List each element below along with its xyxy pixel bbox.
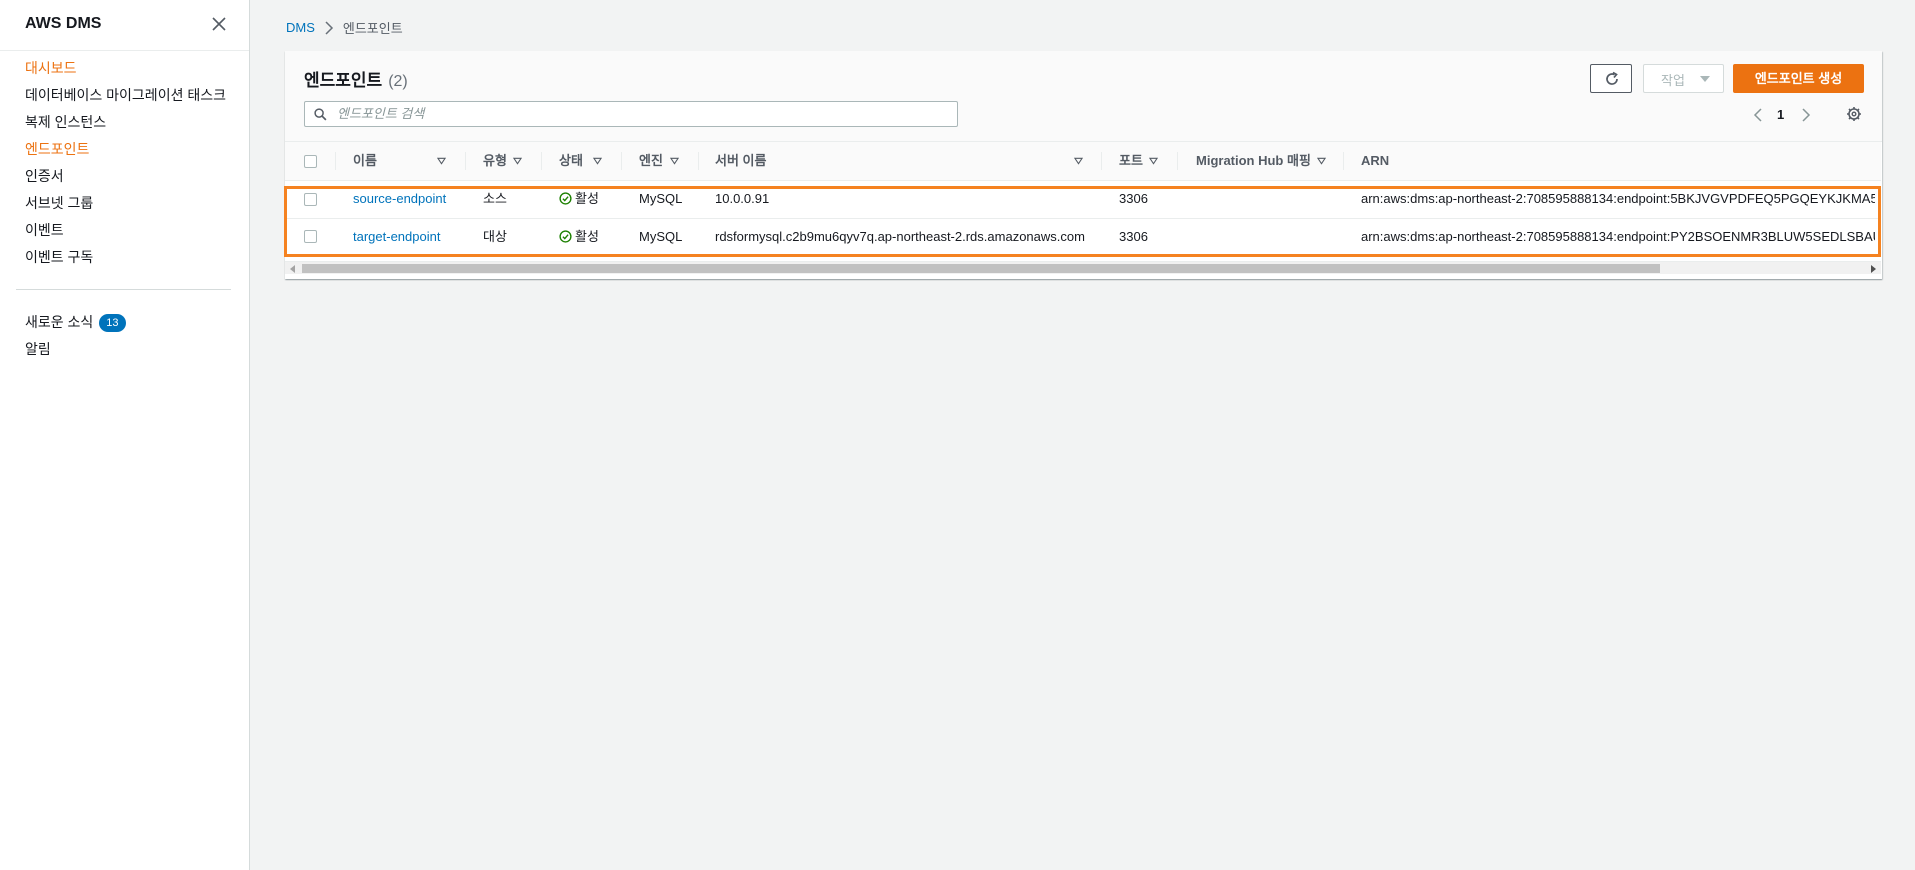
- create-endpoint-button[interactable]: 엔드포인트 생성: [1733, 64, 1864, 93]
- news-count-badge: 13: [99, 314, 126, 332]
- sidebar-item-whats-new[interactable]: 새로운 소식 13: [25, 312, 126, 339]
- sidebar-item-migration-tasks[interactable]: 데이터베이스 마이그레이션 태스크: [25, 85, 226, 112]
- gear-icon[interactable]: [1846, 106, 1862, 122]
- sidebar-nav-secondary: 새로운 소식 13 알림: [25, 312, 126, 366]
- status-text: 활성: [575, 191, 599, 206]
- scroll-right-arrow[interactable]: [1871, 265, 1876, 273]
- sort-icon[interactable]: [437, 157, 446, 165]
- endpoint-port: 3306: [1119, 229, 1148, 244]
- scrollbar-thumb[interactable]: [302, 264, 1660, 273]
- caret-down-icon: [1700, 76, 1710, 82]
- chevron-left-icon[interactable]: [1753, 108, 1763, 122]
- column-divider: [1343, 152, 1344, 170]
- sidebar-item-notifications[interactable]: 알림: [25, 339, 126, 366]
- column-divider: [1177, 152, 1178, 170]
- endpoint-status: 활성: [559, 219, 599, 255]
- endpoints-panel: 엔드포인트 (2) 작업 엔드포인트 생성 1: [284, 51, 1882, 279]
- endpoint-server-name: 10.0.0.91: [715, 191, 770, 206]
- sort-icon[interactable]: [593, 157, 602, 165]
- column-divider: [465, 152, 466, 170]
- sidebar-item-certificates[interactable]: 인증서: [25, 166, 226, 193]
- sort-icon[interactable]: [1317, 157, 1326, 165]
- endpoint-engine: MySQL: [639, 229, 683, 244]
- endpoint-type: 소스: [483, 191, 507, 206]
- column-header-type[interactable]: 유형: [483, 142, 507, 180]
- breadcrumb-dms-link[interactable]: DMS: [286, 20, 315, 35]
- breadcrumb: DMS 엔드포인트: [286, 18, 403, 37]
- sort-icon[interactable]: [513, 157, 522, 165]
- breadcrumb-current: 엔드포인트: [342, 21, 403, 36]
- refresh-button[interactable]: [1590, 64, 1632, 93]
- search-input[interactable]: [335, 105, 939, 122]
- endpoint-status: 활성: [559, 181, 599, 217]
- sort-icon[interactable]: [670, 157, 679, 165]
- refresh-icon: [1606, 71, 1618, 85]
- endpoint-arn: arn:aws:dms:ap-northeast-2:708595888134:…: [1361, 229, 1875, 244]
- column-header-migration-hub[interactable]: Migration Hub 매핑: [1196, 142, 1311, 180]
- chevron-right-icon[interactable]: [1801, 108, 1811, 122]
- sidebar-item-endpoints[interactable]: 엔드포인트: [25, 139, 226, 166]
- column-header-port[interactable]: 포트: [1119, 142, 1143, 180]
- panel-count: (2): [388, 73, 408, 90]
- close-icon[interactable]: [209, 14, 229, 34]
- column-header-engine[interactable]: 엔진: [639, 142, 663, 180]
- check-circle-icon: [559, 230, 572, 243]
- search-field[interactable]: [304, 101, 958, 127]
- sidebar-item-dashboard[interactable]: 대시보드: [25, 58, 226, 85]
- horizontal-scrollbar[interactable]: [285, 261, 1881, 274]
- panel-header: 엔드포인트 (2) 작업 엔드포인트 생성 1: [285, 51, 1882, 142]
- sidebar-item-events[interactable]: 이벤트: [25, 220, 226, 247]
- endpoint-server-name: rdsformysql.c2b9mu6qyv7q.ap-northeast-2.…: [715, 229, 1085, 244]
- column-header-server-name[interactable]: 서버 이름: [715, 142, 766, 180]
- table-row[interactable]: source-endpoint 소스 활성 MySQL 10.0.0.91 33…: [285, 181, 1881, 217]
- sidebar-divider: [16, 289, 231, 290]
- endpoint-arn: arn:aws:dms:ap-northeast-2:708595888134:…: [1361, 191, 1875, 206]
- column-divider: [541, 152, 542, 170]
- column-divider: [621, 152, 622, 170]
- scroll-left-arrow[interactable]: [290, 265, 295, 273]
- endpoint-name-link[interactable]: target-endpoint: [353, 219, 440, 255]
- actions-dropdown[interactable]: 작업: [1643, 64, 1724, 93]
- sidebar-nav: 대시보드 데이터베이스 마이그레이션 태스크 복제 인스턴스 엔드포인트 인증서…: [25, 58, 226, 274]
- row-checkbox[interactable]: [304, 193, 317, 206]
- sidebar-title: AWS DMS: [25, 15, 102, 32]
- endpoint-engine: MySQL: [639, 191, 683, 206]
- endpoint-type: 대상: [483, 229, 507, 244]
- check-circle-icon: [559, 192, 572, 205]
- select-all-checkbox[interactable]: [304, 155, 317, 168]
- sort-icon[interactable]: [1149, 157, 1158, 165]
- sidebar-item-replication-instances[interactable]: 복제 인스턴스: [25, 112, 226, 139]
- panel-title: 엔드포인트 (2): [304, 66, 408, 91]
- endpoint-port: 3306: [1119, 191, 1148, 206]
- status-text: 활성: [575, 229, 599, 244]
- sort-icon[interactable]: [1074, 157, 1083, 165]
- sidebar: AWS DMS 대시보드 데이터베이스 마이그레이션 태스크 복제 인스턴스 엔…: [0, 0, 250, 870]
- actions-label: 작업: [1661, 73, 1685, 88]
- panel-title-text: 엔드포인트: [304, 71, 383, 90]
- column-divider: [335, 152, 336, 170]
- endpoint-name-link[interactable]: source-endpoint: [353, 181, 446, 217]
- table-row[interactable]: target-endpoint 대상 활성 MySQL rdsformysql.…: [285, 219, 1881, 255]
- row-checkbox[interactable]: [304, 230, 317, 243]
- sidebar-header: AWS DMS: [0, 0, 249, 51]
- column-divider: [1101, 152, 1102, 170]
- column-header-arn[interactable]: ARN: [1361, 142, 1389, 180]
- column-divider: [698, 152, 699, 170]
- column-header-status[interactable]: 상태: [559, 142, 583, 180]
- column-header-name[interactable]: 이름: [353, 142, 377, 180]
- sidebar-item-event-subscriptions[interactable]: 이벤트 구독: [25, 247, 226, 274]
- sidebar-item-subnet-groups[interactable]: 서브넷 그룹: [25, 193, 226, 220]
- search-icon: [314, 108, 327, 121]
- table-header: 이름 유형 상태 엔진 서버 이름 포트 Migration Hub 매핑 AR…: [285, 142, 1881, 181]
- page-number[interactable]: 1: [1777, 107, 1784, 122]
- whats-new-label: 새로운 소식: [25, 314, 94, 330]
- chevron-right-icon: [325, 20, 333, 35]
